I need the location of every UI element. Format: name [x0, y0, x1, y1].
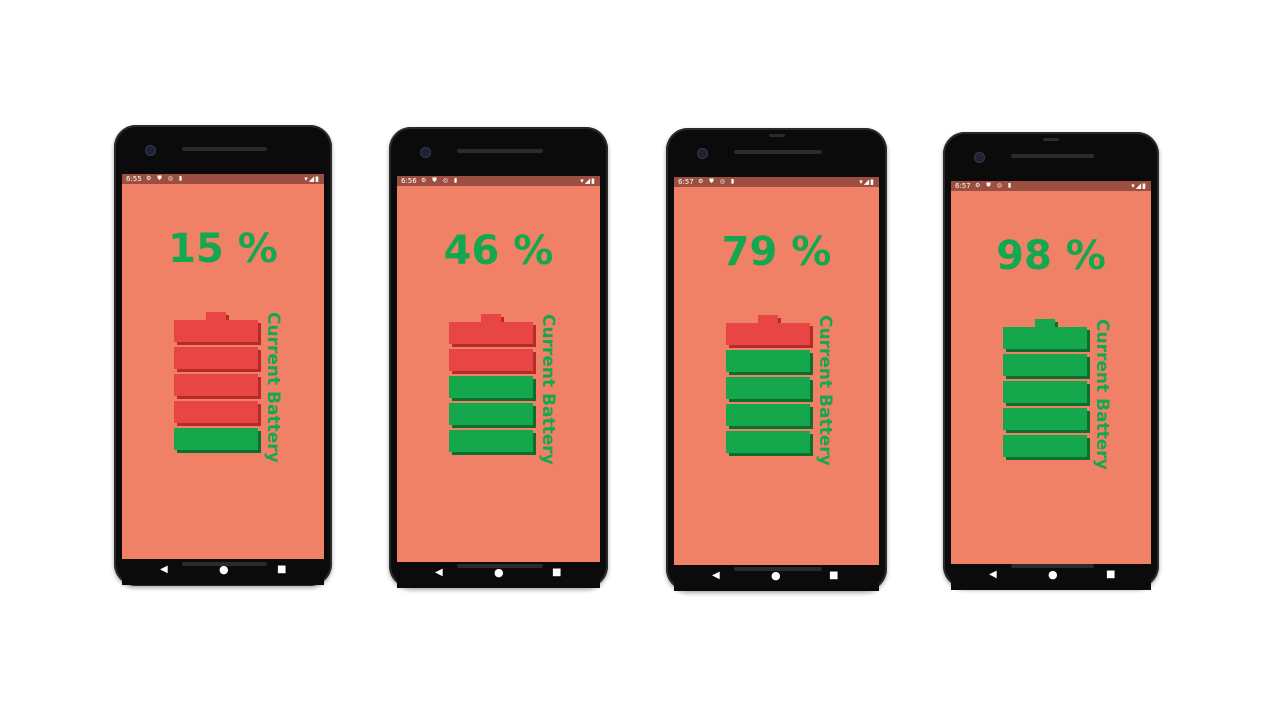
- battery-cell: [726, 323, 813, 348]
- battery-graphic: [174, 312, 261, 453]
- battery-cell: [449, 430, 536, 455]
- speaker-grille: [457, 564, 543, 568]
- status-time: 6:56: [401, 177, 417, 185]
- battery-cell: [726, 404, 813, 429]
- top-speaker: [768, 134, 785, 137]
- screen: 6:55 ⚙ ⛊ ◎ ▮ ▾◢▮ 15 % Current Battery: [122, 174, 324, 559]
- status-time: 6:55: [126, 175, 142, 183]
- status-time: 6:57: [955, 182, 971, 190]
- status-system-icons: ▾◢▮: [580, 177, 596, 185]
- status-system-icons: ▾◢▮: [304, 175, 320, 183]
- battery-cell: [1003, 381, 1090, 406]
- battery-percentage: 79 %: [721, 229, 832, 275]
- earpiece: [457, 149, 543, 153]
- status-system-icons: ▾◢▮: [1131, 182, 1147, 190]
- status-notification-icons: ⚙ ⛊ ◎ ▮: [975, 182, 1014, 189]
- battery-percentage: 15 %: [168, 226, 278, 272]
- front-camera: [974, 152, 985, 163]
- top-speaker: [1043, 138, 1059, 141]
- status-system-icons: ▾◢▮: [859, 178, 875, 186]
- back-icon[interactable]: ◀: [160, 564, 168, 575]
- recents-icon[interactable]: ■: [277, 564, 286, 575]
- battery-tip: [1035, 319, 1055, 327]
- phone-3: 6:57 ⚙ ⛊ ◎ ▮ ▾◢▮ 79 % Current Battery ◀ …: [666, 128, 887, 591]
- status-notification-icons: ⚙ ⛊ ◎ ▮: [421, 177, 460, 184]
- back-icon[interactable]: ◀: [712, 570, 720, 581]
- current-battery-label: Current Battery: [538, 314, 558, 465]
- screen: 6:57 ⚙ ⛊ ◎ ▮ ▾◢▮ 79 % Current Battery: [674, 177, 879, 565]
- home-icon[interactable]: ●: [1048, 568, 1058, 581]
- status-bar: 6:57 ⚙ ⛊ ◎ ▮ ▾◢▮: [674, 177, 879, 187]
- earpiece: [734, 150, 822, 154]
- phone-2: 6:56 ⚙ ⛊ ◎ ▮ ▾◢▮ 46 % Current Battery ◀ …: [389, 127, 608, 588]
- battery-cell: [174, 401, 261, 426]
- speaker-grille: [1011, 564, 1094, 568]
- battery-cell: [449, 403, 536, 428]
- earpiece: [182, 147, 267, 151]
- phone-1: 6:55 ⚙ ⛊ ◎ ▮ ▾◢▮ 15 % Current Battery ◀ …: [114, 125, 332, 586]
- battery-cell: [1003, 435, 1090, 460]
- front-camera: [697, 148, 708, 159]
- battery-cell: [1003, 327, 1090, 352]
- battery-tip: [481, 314, 501, 322]
- status-notification-icons: ⚙ ⛊ ◎ ▮: [698, 178, 737, 185]
- speaker-grille: [182, 562, 267, 566]
- phone-4: 6:57 ⚙ ⛊ ◎ ▮ ▾◢▮ 98 % Current Battery ◀ …: [943, 132, 1159, 590]
- battery-percentage: 98 %: [996, 233, 1106, 279]
- back-icon[interactable]: ◀: [435, 567, 443, 578]
- status-bar: 6:56 ⚙ ⛊ ◎ ▮ ▾◢▮: [397, 176, 600, 186]
- battery-cell: [726, 431, 813, 456]
- recents-icon[interactable]: ■: [1106, 569, 1115, 580]
- battery-cell: [174, 320, 261, 345]
- front-camera: [420, 147, 431, 158]
- battery-graphic: [1003, 319, 1090, 460]
- earpiece: [1011, 154, 1094, 158]
- status-bar: 6:57 ⚙ ⛊ ◎ ▮ ▾◢▮: [951, 181, 1151, 191]
- battery-cell: [1003, 354, 1090, 379]
- battery-cell: [449, 349, 536, 374]
- battery-cell: [726, 350, 813, 375]
- battery-graphic: [726, 315, 813, 456]
- screen: 6:57 ⚙ ⛊ ◎ ▮ ▾◢▮ 98 % Current Battery: [951, 181, 1151, 564]
- front-camera: [145, 145, 156, 156]
- battery-cell: [726, 377, 813, 402]
- battery-cell: [449, 322, 536, 347]
- battery-cell: [174, 374, 261, 399]
- battery-tip: [206, 312, 226, 320]
- battery-cell: [174, 347, 261, 372]
- battery-cell: [1003, 408, 1090, 433]
- recents-icon[interactable]: ■: [829, 570, 838, 581]
- battery-cell: [449, 376, 536, 401]
- speaker-grille: [734, 567, 822, 571]
- current-battery-label: Current Battery: [1092, 319, 1112, 470]
- status-bar: 6:55 ⚙ ⛊ ◎ ▮ ▾◢▮: [122, 174, 324, 184]
- status-time: 6:57: [678, 178, 694, 186]
- battery-tip: [758, 315, 778, 323]
- status-notification-icons: ⚙ ⛊ ◎ ▮: [146, 175, 185, 182]
- current-battery-label: Current Battery: [263, 312, 283, 463]
- current-battery-label: Current Battery: [815, 315, 835, 466]
- screen: 6:56 ⚙ ⛊ ◎ ▮ ▾◢▮ 46 % Current Battery: [397, 176, 600, 562]
- back-icon[interactable]: ◀: [989, 569, 997, 580]
- recents-icon[interactable]: ■: [552, 567, 561, 578]
- battery-cell: [174, 428, 261, 453]
- battery-percentage: 46 %: [443, 228, 554, 274]
- battery-graphic: [449, 314, 536, 455]
